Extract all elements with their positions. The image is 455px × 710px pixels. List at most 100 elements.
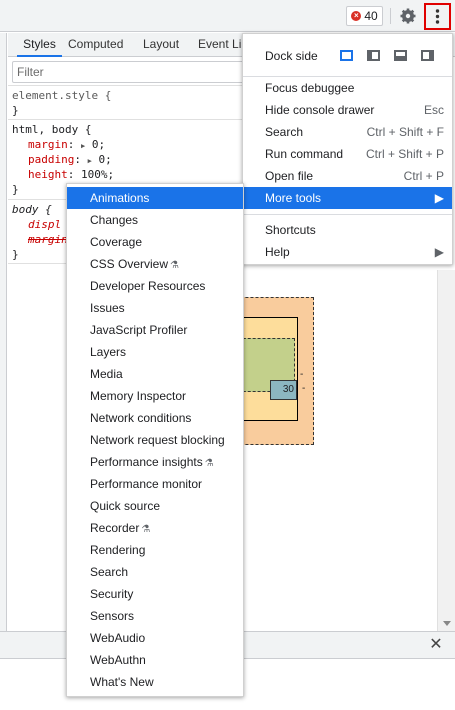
css-prop-name[interactable]: padding — [28, 153, 74, 166]
error-count: 40 — [364, 9, 378, 23]
submenu-item-label: Recorder — [90, 521, 140, 535]
submenu-item-label: WebAuthn — [90, 653, 146, 667]
menu-separator — [243, 214, 452, 215]
menu-item-label: More tools — [265, 191, 322, 205]
css-prop-name[interactable]: height — [28, 168, 68, 181]
submenu-item-label: Memory Inspector — [90, 389, 187, 403]
submenu-item-label: Media — [90, 367, 123, 381]
submenu-item-webaudio[interactable]: WebAudio — [67, 627, 243, 649]
css-declaration[interactable]: height: 100%; — [12, 167, 244, 182]
css-prop-value[interactable]: 0; — [98, 153, 111, 166]
elements-panel-edge — [0, 33, 7, 631]
filter-input[interactable]: Filter — [12, 61, 244, 83]
tab-computed[interactable]: Computed — [68, 33, 123, 57]
css-prop-name[interactable]: margin — [28, 138, 68, 151]
menu-item-label: Hide console drawer — [265, 103, 375, 117]
menu-item-label: Run command — [265, 147, 344, 161]
submenu-item-performance-insights[interactable]: Performance insights ⚗ — [67, 451, 243, 473]
menu-item-shortcuts[interactable]: Shortcuts — [243, 219, 452, 241]
submenu-item-animations[interactable]: Animations — [67, 187, 243, 209]
more-vert-icon — [435, 9, 440, 24]
submenu-item-sensors[interactable]: Sensors — [67, 605, 243, 627]
submenu-item-quick-source[interactable]: Quick source — [67, 495, 243, 517]
submenu-item-coverage[interactable]: Coverage — [67, 231, 243, 253]
box-model-content[interactable]: 30 — [270, 380, 297, 400]
rule-close: } — [12, 104, 19, 117]
submenu-item-label: Network request blocking — [90, 433, 225, 447]
menu-item-open-file[interactable]: Open file Ctrl + P — [243, 165, 452, 187]
menu-item-help[interactable]: Help ▶ — [243, 241, 452, 263]
css-prop-value[interactable]: 100%; — [81, 168, 114, 181]
dock-side-row: Dock side — [243, 40, 452, 72]
submenu-item-label: Animations — [90, 191, 150, 205]
submenu-item-network-request-blocking[interactable]: Network request blocking — [67, 429, 243, 451]
submenu-item-layers[interactable]: Layers — [67, 341, 243, 363]
submenu-item-memory-inspector[interactable]: Memory Inspector — [67, 385, 243, 407]
error-icon: × — [351, 11, 362, 21]
error-counter-button[interactable]: × 40 — [346, 6, 383, 26]
submenu-item-changes[interactable]: Changes — [67, 209, 243, 231]
box-model-padding-right[interactable]: - — [302, 383, 305, 394]
submenu-item-network-conditions[interactable]: Network conditions — [67, 407, 243, 429]
submenu-item-label: Changes — [90, 213, 139, 227]
menu-item-shortcut: Ctrl + Shift + P — [365, 147, 444, 161]
css-declaration[interactable]: margin: ▶ 0; — [12, 137, 244, 152]
submenu-item-rendering[interactable]: Rendering — [67, 539, 243, 561]
submenu-item-javascript-profiler[interactable]: JavaScript Profiler — [67, 319, 243, 341]
submenu-item-performance-monitor[interactable]: Performance monitor — [67, 473, 243, 495]
scrollbar[interactable] — [437, 270, 455, 632]
menu-item-run-command[interactable]: Run command Ctrl + Shift + P — [243, 143, 452, 165]
css-prop-value[interactable]: 0; — [92, 138, 105, 151]
tab-layout[interactable]: Layout — [143, 33, 179, 57]
submenu-item-media[interactable]: Media — [67, 363, 243, 385]
submenu-item-label: Quick source — [90, 499, 161, 513]
css-prop-name[interactable]: margin — [28, 233, 68, 246]
submenu-item-label: Security — [90, 587, 134, 601]
css-declaration[interactable]: padding: ▶ 0; — [12, 152, 244, 167]
filter-row: Filter — [8, 58, 248, 86]
menu-item-label: Shortcuts — [265, 223, 316, 237]
dock-right-icon[interactable] — [421, 50, 434, 61]
menu-item-search[interactable]: Search Ctrl + Shift + F — [243, 121, 452, 143]
submenu-item-what-s-new[interactable]: What's New — [67, 671, 243, 693]
tab-event-listeners[interactable]: Event Li — [198, 33, 241, 57]
tab-styles[interactable]: Styles — [17, 33, 62, 57]
expand-triangle-icon[interactable]: ▶ — [81, 142, 85, 150]
submenu-item-label: Network conditions — [90, 411, 192, 425]
submenu-item-label: Search — [90, 565, 129, 579]
submenu-item-security[interactable]: Security — [67, 583, 243, 605]
experiment-flask-icon: ⚗ — [141, 524, 151, 535]
gear-icon[interactable] — [399, 7, 417, 25]
rule-selector[interactable]: html, body { — [12, 122, 244, 137]
menu-item-hide-console-drawer[interactable]: Hide console drawer Esc — [243, 99, 452, 121]
submenu-item-search[interactable]: Search — [67, 561, 243, 583]
submenu-item-label: Rendering — [90, 543, 146, 557]
submenu-item-label: Developer Resources — [90, 279, 206, 293]
toolbar-divider — [390, 8, 391, 24]
submenu-item-css-overview[interactable]: CSS Overview ⚗ — [67, 253, 243, 275]
dock-undock-icon[interactable] — [340, 50, 353, 61]
menu-item-more-tools[interactable]: More tools ▶ — [243, 187, 452, 209]
dock-bottom-icon[interactable] — [394, 50, 407, 61]
expand-triangle-icon[interactable]: ▶ — [88, 157, 92, 165]
more-vert-button[interactable] — [424, 3, 451, 30]
scroll-down-arrow-icon[interactable] — [443, 621, 451, 626]
menu-item-focus-debuggee[interactable]: Focus debuggee — [243, 77, 452, 99]
submenu-item-label: Sensors — [90, 609, 135, 623]
css-prop-name[interactable]: displ — [28, 218, 61, 231]
submenu-item-webauthn[interactable]: WebAuthn — [67, 649, 243, 671]
close-icon[interactable]: ✕ — [428, 637, 444, 653]
submenu-item-recorder[interactable]: Recorder ⚗ — [67, 517, 243, 539]
box-model-margin-right[interactable]: - — [300, 369, 303, 380]
menu-item-label: Open file — [265, 169, 314, 183]
submenu-item-label: Performance monitor — [90, 477, 203, 491]
submenu-item-label: Coverage — [90, 235, 143, 249]
submenu-item-issues[interactable]: Issues — [67, 297, 243, 319]
rule-selector[interactable]: element.style { — [12, 88, 244, 103]
menu-item-shortcut: Ctrl + P — [403, 169, 444, 183]
customize-menu: Dock side Focus debuggee Hide console dr… — [242, 33, 453, 265]
submenu-item-developer-resources[interactable]: Developer Resources — [67, 275, 243, 297]
submenu-item-label: Performance insights — [90, 455, 203, 469]
dock-left-icon[interactable] — [367, 50, 380, 61]
menu-item-label: Search — [265, 125, 304, 139]
